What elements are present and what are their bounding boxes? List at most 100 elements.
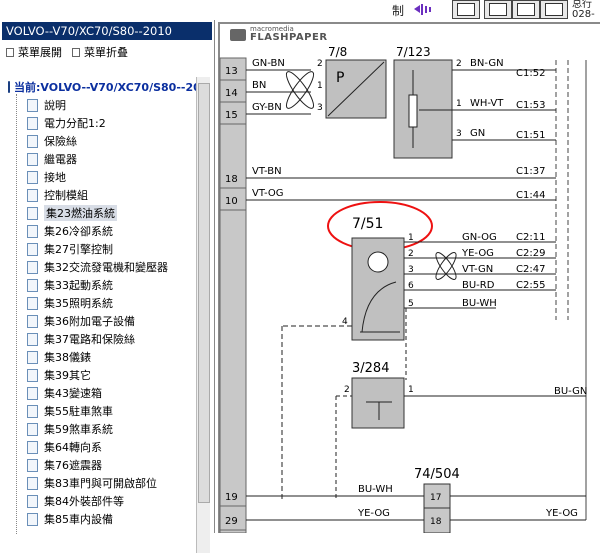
tree-item[interactable]: 集35照明系統 [0, 294, 205, 312]
svg-text:3: 3 [456, 129, 462, 139]
tree-item[interactable]: 集64轉向系 [0, 438, 205, 456]
document-icon [27, 494, 38, 508]
document-icon [27, 116, 38, 130]
tree-item[interactable]: 集26冷卻系統 [0, 222, 205, 240]
svg-text:BU-RD: BU-RD [462, 280, 495, 291]
tree-item[interactable]: 集32交流發電機和變壓器 [0, 258, 205, 276]
pin-number: 13 [225, 66, 238, 77]
wire-label: VT-BN [252, 166, 282, 177]
document-icon [27, 422, 38, 436]
first-page-button[interactable] [452, 0, 480, 19]
tree-item[interactable]: 集39其它 [0, 366, 205, 384]
tree-item[interactable]: 保險絲 [0, 132, 205, 150]
component-label: 7/8 [328, 45, 347, 59]
navigation-panel: VOLVO--V70/XC70/S80--2010 菜單展開 菜單折叠 当前:V… [0, 20, 215, 553]
document-viewer[interactable]: macromedia FLASHPAPER 13 14 15 18 10 19 29 GN-… [216, 20, 600, 533]
tree-item[interactable]: 集43變速箱 [0, 384, 205, 402]
fan-icon [435, 252, 457, 280]
document-icon [27, 476, 38, 490]
svg-text:C2:29: C2:29 [516, 248, 545, 259]
document-icon [27, 368, 38, 382]
prev-page-button[interactable] [484, 0, 512, 19]
document-icon [27, 314, 38, 328]
tree-scrollbar[interactable] [196, 77, 210, 553]
document-icon [27, 512, 38, 526]
svg-text:2: 2 [408, 249, 414, 259]
tree-item[interactable]: 說明 [0, 96, 205, 114]
next-page-button[interactable] [512, 0, 540, 19]
wire-label: GY-BN [252, 102, 282, 113]
tree-item[interactable]: 集59煞車系統 [0, 420, 205, 438]
document-icon [27, 458, 38, 472]
pin-number: 10 [225, 196, 238, 207]
wire-label: GN-BN [252, 58, 285, 69]
svg-text:1: 1 [317, 81, 323, 91]
panel-title: VOLVO--V70/XC70/S80--2010 [2, 22, 212, 40]
tree-item[interactable]: 電力分配1:2 [0, 114, 205, 132]
tree-item[interactable]: 集76遮震器 [0, 456, 205, 474]
svg-text:C1:51: C1:51 [516, 130, 545, 141]
tree-item[interactable]: 集84外裝部件等 [0, 492, 205, 510]
svg-text:18: 18 [430, 517, 442, 527]
svg-text:GN: GN [470, 128, 485, 139]
svg-text:YE-OG: YE-OG [545, 508, 578, 519]
svg-text:BU-GN: BU-GN [554, 386, 587, 397]
document-icon [27, 278, 38, 292]
tree-item[interactable]: 集23燃油系統 [0, 204, 205, 222]
tree-item[interactable]: 集33起動系統 [0, 276, 205, 294]
tree-item[interactable]: 集27引擎控制 [0, 240, 205, 258]
expand-menu-button[interactable]: 菜單展開 [6, 44, 62, 60]
document-icon [27, 134, 38, 148]
svg-text:2: 2 [344, 385, 350, 395]
tree-item[interactable]: 繼電器 [0, 150, 205, 168]
document-icon [27, 296, 38, 310]
tree-item[interactable]: 集38儀錶 [0, 348, 205, 366]
svg-text:2: 2 [456, 59, 462, 69]
wire-label: VT-OG [252, 188, 284, 199]
expand-icon [6, 47, 14, 57]
menu-char[interactable]: 制 [392, 2, 404, 19]
svg-text:BN-GN: BN-GN [470, 58, 504, 69]
pin-number: 18 [225, 174, 238, 185]
tree-root[interactable]: 当前:VOLVO--V70/XC70/S80--2010 [0, 78, 205, 96]
svg-text:WH-VT: WH-VT [470, 98, 504, 109]
svg-text:C1:53: C1:53 [516, 100, 545, 111]
svg-text:3: 3 [408, 265, 414, 275]
svg-text:6: 6 [408, 281, 414, 291]
document-icon [27, 350, 38, 364]
document-icon [27, 206, 38, 220]
tree-item[interactable]: 控制模組 [0, 186, 205, 204]
tree-item[interactable]: 集85車内設備 [0, 510, 205, 528]
tree-item[interactable]: 集83車門與可開啟部位 [0, 474, 205, 492]
svg-text:C1:44: C1:44 [516, 190, 545, 201]
collapse-icon [72, 47, 80, 57]
document-icon [27, 440, 38, 454]
component-label: 74/504 [414, 467, 460, 482]
svg-text:YE-OG: YE-OG [357, 508, 390, 519]
document-icon [27, 260, 38, 274]
svg-text:C1:52: C1:52 [516, 68, 545, 79]
tree-item[interactable]: 接地 [0, 168, 205, 186]
svg-text:BU-WH: BU-WH [358, 484, 393, 495]
document-icon [27, 386, 38, 400]
svg-text:5: 5 [408, 299, 414, 309]
wire-label: BN [252, 80, 266, 91]
svg-text:17: 17 [430, 493, 441, 503]
tree-toolbar: 菜單展開 菜單折叠 [0, 42, 214, 62]
tree-item[interactable]: 集37電路和保險絲 [0, 330, 205, 348]
scrollbar-thumb[interactable] [198, 83, 210, 503]
document-icon [27, 332, 38, 346]
document-icon [27, 188, 38, 202]
tree-item[interactable]: 集55駐車煞車 [0, 402, 205, 420]
pump-letter: P [336, 70, 344, 86]
svg-text:1: 1 [408, 385, 414, 395]
tree-item[interactable]: 集36附加電子設備 [0, 312, 205, 330]
svg-text:BU-WH: BU-WH [462, 298, 497, 309]
last-page-button[interactable] [540, 0, 568, 19]
document-icon [27, 152, 38, 166]
svg-text:1: 1 [456, 99, 462, 109]
svg-text:1: 1 [408, 233, 414, 243]
component-label: 3/284 [352, 361, 389, 376]
collapse-menu-button[interactable]: 菜單折叠 [72, 44, 128, 60]
document-icon [27, 98, 38, 112]
